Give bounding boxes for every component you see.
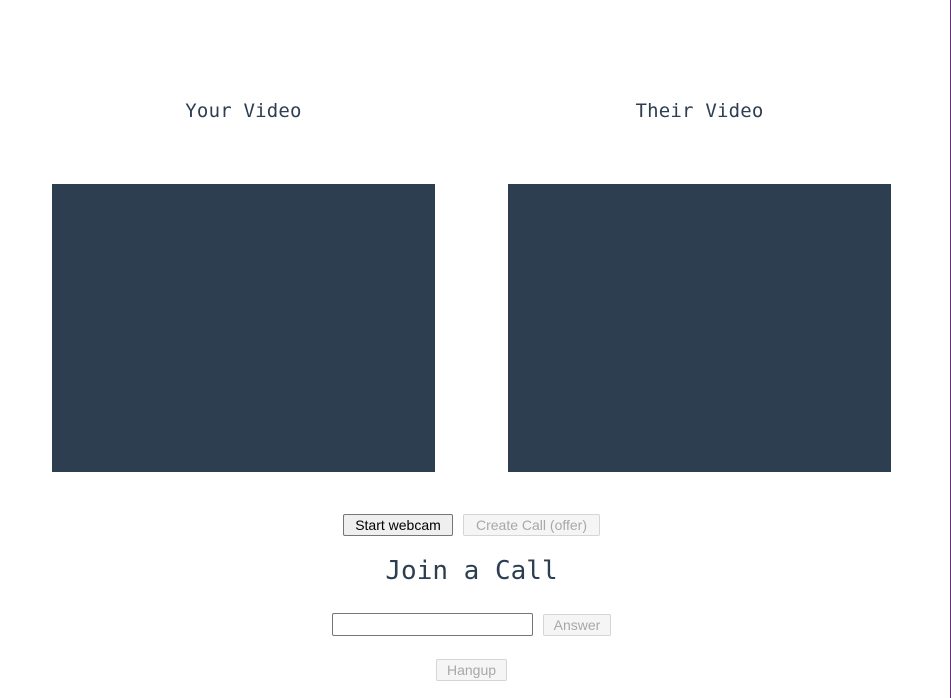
call-id-input[interactable] <box>332 613 533 636</box>
your-video-player <box>52 184 435 472</box>
join-call-heading: Join a Call <box>385 556 558 586</box>
hangup-button[interactable]: Hangup <box>436 659 507 681</box>
their-video-player <box>508 184 891 472</box>
start-webcam-button[interactable]: Start webcam <box>343 514 453 536</box>
their-video-title: Their Video <box>635 100 764 122</box>
answer-button[interactable]: Answer <box>543 614 611 636</box>
create-call-button[interactable]: Create Call (offer) <box>463 514 600 536</box>
your-video-title: Your Video <box>185 100 302 122</box>
